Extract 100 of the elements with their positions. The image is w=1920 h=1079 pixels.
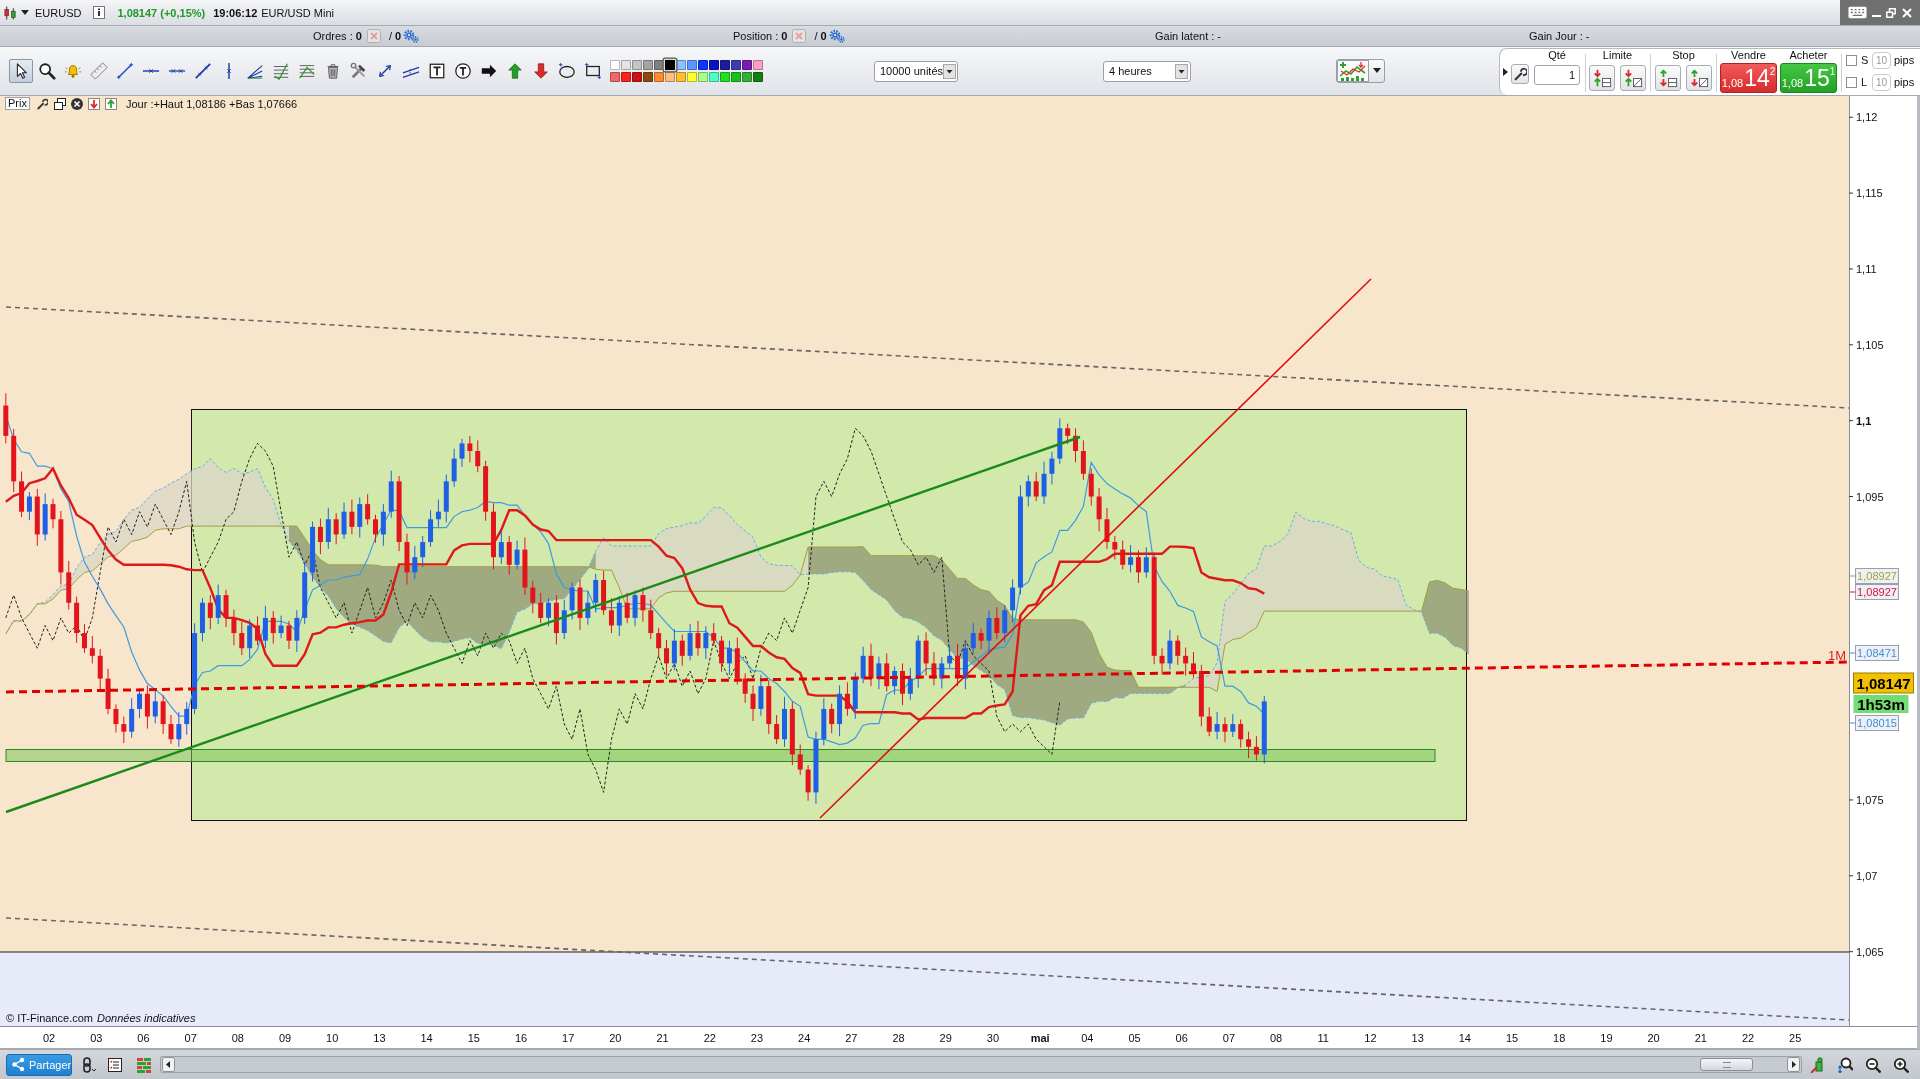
color-swatch[interactable]: [663, 58, 677, 72]
color-swatch[interactable]: [753, 72, 763, 82]
magnifier-icon: [38, 62, 56, 80]
quantity-input[interactable]: 1: [1534, 65, 1580, 85]
caret-icon[interactable]: [1503, 68, 1508, 76]
color-swatch[interactable]: [621, 60, 631, 70]
color-swatch[interactable]: [742, 72, 752, 82]
zoom-in-icon[interactable]: [1893, 1056, 1909, 1073]
checklist-icon[interactable]: [107, 1056, 123, 1073]
info-icon[interactable]: [93, 6, 106, 19]
candlestick: [34, 488, 40, 547]
candlestick: [302, 561, 308, 625]
candlestick: [1065, 423, 1071, 445]
color-swatch[interactable]: [676, 60, 686, 70]
limit-order-button[interactable]: [1589, 65, 1615, 91]
stop-order-button[interactable]: [1686, 65, 1712, 91]
color-swatch[interactable]: [731, 72, 741, 82]
candlestick: [1080, 439, 1086, 481]
candlestick: [247, 618, 253, 659]
close-icon[interactable]: [1902, 7, 1912, 18]
candlestick: [168, 714, 174, 745]
dashed-level-line[interactable]: [5, 660, 1850, 694]
windows-icon[interactable]: [53, 97, 66, 110]
candlestick: [1198, 664, 1204, 727]
color-swatch[interactable]: [654, 72, 664, 82]
color-swatch[interactable]: [720, 72, 730, 82]
arrow-down-icon[interactable]: [87, 97, 100, 110]
candlestick: [1025, 474, 1031, 507]
axis-label: 1,12: [1856, 111, 1878, 124]
dashed-trend-line[interactable]: [5, 917, 1850, 1021]
zoom-vertical-icon[interactable]: [1837, 1056, 1853, 1073]
color-swatch[interactable]: [676, 72, 686, 82]
restore-icon[interactable]: [1886, 7, 1896, 18]
price-tag: 1,08147: [1853, 672, 1914, 694]
color-swatch[interactable]: [632, 60, 642, 70]
color-swatch[interactable]: [698, 60, 708, 70]
candlestick: [711, 622, 717, 647]
axis-label: 30: [986, 1032, 1000, 1044]
candlestick: [467, 435, 473, 463]
scroll-left-icon[interactable]: [162, 1057, 175, 1072]
color-swatch[interactable]: [687, 60, 697, 70]
arrow-up-icon[interactable]: [104, 97, 117, 110]
candlestick: [1049, 451, 1055, 485]
chart-type-button[interactable]: [1336, 59, 1385, 83]
color-swatch[interactable]: [610, 60, 620, 70]
link-icon[interactable]: [81, 1056, 97, 1073]
symbol-label[interactable]: EURUSD: [35, 6, 82, 19]
color-swatch[interactable]: [687, 72, 697, 82]
axis-label: 1,095: [1856, 490, 1884, 503]
share-button[interactable]: Partager: [6, 1053, 72, 1076]
candlestick: [420, 535, 426, 568]
caret-icon[interactable]: [21, 9, 29, 16]
trend-line[interactable]: [819, 278, 1372, 819]
candlestick: [357, 496, 363, 538]
figure-icon[interactable]: [1809, 1056, 1825, 1073]
tool-button[interactable]: [9, 59, 33, 83]
color-swatch[interactable]: [643, 72, 653, 82]
clock-text: 19:06:12: [213, 6, 258, 19]
color-swatch[interactable]: [632, 72, 642, 82]
color-swatch[interactable]: [742, 60, 752, 70]
keyboard-icon[interactable]: [1848, 6, 1867, 19]
color-swatch[interactable]: [621, 72, 631, 82]
rectangle-icon: [584, 62, 602, 80]
caret-icon: [1175, 63, 1188, 79]
candlestick: [1206, 706, 1212, 737]
horizontal-scrollbar[interactable]: [160, 1056, 1802, 1073]
candlestick: [443, 474, 449, 523]
scroll-right-icon[interactable]: [1787, 1057, 1800, 1072]
close-circle-icon[interactable]: [70, 97, 83, 110]
color-swatch[interactable]: [698, 72, 708, 82]
color-swatch[interactable]: [610, 72, 620, 82]
timeframe-dropdown[interactable]: 4 heures: [1103, 60, 1191, 82]
gear-icon[interactable]: [828, 29, 845, 43]
candlestick: [695, 620, 701, 657]
gear-icon[interactable]: [403, 29, 420, 43]
axis-label: 19: [1600, 1032, 1613, 1044]
color-swatch[interactable]: [720, 60, 730, 70]
quantity-dropdown[interactable]: 10000 unités: [874, 60, 958, 82]
color-swatch[interactable]: [665, 72, 675, 82]
caret-icon: [943, 63, 956, 79]
wrench-icon[interactable]: [35, 97, 48, 110]
color-swatch[interactable]: [643, 60, 653, 70]
axis-label: 21: [1694, 1032, 1707, 1044]
stop-order-button[interactable]: [1655, 65, 1681, 91]
axis-label: 25: [1789, 1032, 1802, 1044]
bricks-icon[interactable]: [136, 1056, 152, 1073]
scrollbar-thumb[interactable]: [1700, 1058, 1753, 1071]
color-swatch[interactable]: [731, 60, 741, 70]
axis-label: 20: [1647, 1032, 1660, 1044]
color-swatch[interactable]: [709, 60, 719, 70]
color-swatch[interactable]: [709, 72, 719, 82]
limit-order-button[interactable]: [1620, 65, 1646, 91]
candlestick: [923, 631, 929, 677]
zoom-out-icon[interactable]: [1865, 1056, 1881, 1073]
option-label: L: [1861, 76, 1869, 88]
axis-label: 05: [1128, 1032, 1141, 1044]
horizontal-band[interactable]: [5, 749, 1436, 762]
color-swatch[interactable]: [753, 60, 763, 70]
price-label[interactable]: Prix: [5, 97, 30, 110]
settings-button[interactable]: [1511, 64, 1529, 84]
